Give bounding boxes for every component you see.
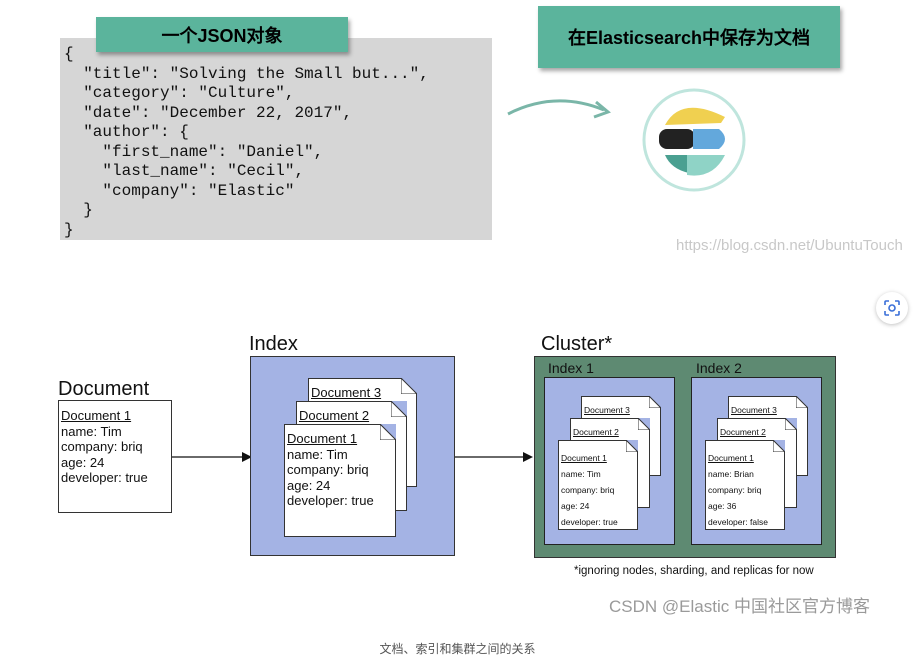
doc-label: Document 3	[731, 405, 777, 415]
page-fold-icon	[649, 396, 661, 408]
doc-label: Document 3	[311, 385, 382, 400]
doc-developer: developer: true	[561, 517, 618, 527]
doc-age: age: 24	[561, 501, 590, 511]
doc-label: Document 3	[584, 405, 630, 415]
doc-age: age: 36	[708, 501, 737, 511]
doc-name: name: Tim	[561, 469, 601, 479]
standalone-document: Document 1 name: Tim company: briq age: …	[58, 400, 172, 513]
doc-label: Document 2	[573, 427, 619, 437]
figure-caption: 文档、索引和集群之间的关系	[379, 642, 536, 656]
json-object-tag: 一个JSON对象	[96, 17, 348, 52]
doc-developer: developer: false	[708, 517, 769, 527]
index-document-1: Document 1 name: Tim company: briq age: …	[284, 424, 396, 537]
page-fold-icon	[796, 396, 808, 408]
page-fold-icon	[391, 401, 407, 417]
doc-label: Document 2	[720, 427, 766, 437]
doc-label: Document 2	[299, 408, 370, 423]
c1-document-1: Document 1 name: Tim company: briq age: …	[558, 440, 638, 530]
document-title: Document	[58, 378, 150, 400]
arrow-doc-to-index	[172, 452, 252, 462]
blog-watermark: https://blog.csdn.net/UbuntuTouch	[676, 237, 903, 254]
doc-company: company: briq	[561, 485, 615, 495]
doc-company: company: briq	[287, 462, 369, 477]
arrow-to-logo	[507, 99, 611, 119]
page-fold-icon	[638, 418, 650, 430]
index2-title: Index 2	[696, 360, 742, 376]
elasticsearch-logo-icon	[642, 88, 746, 192]
index-title: Index	[249, 333, 298, 355]
page-fold-icon	[380, 424, 396, 440]
arrow-index-to-cluster	[455, 452, 533, 462]
doc-developer: developer: true	[61, 470, 148, 485]
doc-age: age: 24	[61, 454, 105, 470]
scan-icon	[884, 300, 900, 316]
doc-name: name: Tim	[287, 446, 348, 462]
cluster-title: Cluster*	[541, 333, 613, 355]
doc-label: Document 1	[287, 431, 358, 446]
doc-age: age: 24	[287, 477, 331, 493]
page-fold-icon	[401, 378, 417, 394]
doc-company: company: briq	[708, 485, 762, 495]
page-fold-icon	[773, 440, 785, 452]
index1-title: Index 1	[548, 360, 594, 376]
doc-label: Document 1	[708, 453, 754, 463]
doc-label: Document 1	[61, 408, 132, 423]
doc-name: name: Brian	[708, 469, 754, 479]
elasticsearch-doc-tag: 在Elasticsearch中保存为文档	[538, 6, 840, 68]
doc-name: name: Tim	[61, 423, 122, 439]
csdn-watermark: CSDN @Elastic 中国社区官方博客	[609, 597, 870, 616]
page-fold-icon	[785, 418, 797, 430]
image-search-button[interactable]	[876, 292, 908, 324]
doc-label: Document 1	[561, 453, 607, 463]
c2-document-1: Document 1 name: Brian company: briq age…	[705, 440, 785, 530]
doc-developer: developer: true	[287, 493, 374, 508]
doc-company: company: briq	[61, 439, 143, 454]
json-code: { "title": "Solving the Small but...", "…	[64, 45, 429, 239]
footnote: *ignoring nodes, sharding, and replicas …	[574, 565, 814, 577]
page-fold-icon	[626, 440, 638, 452]
